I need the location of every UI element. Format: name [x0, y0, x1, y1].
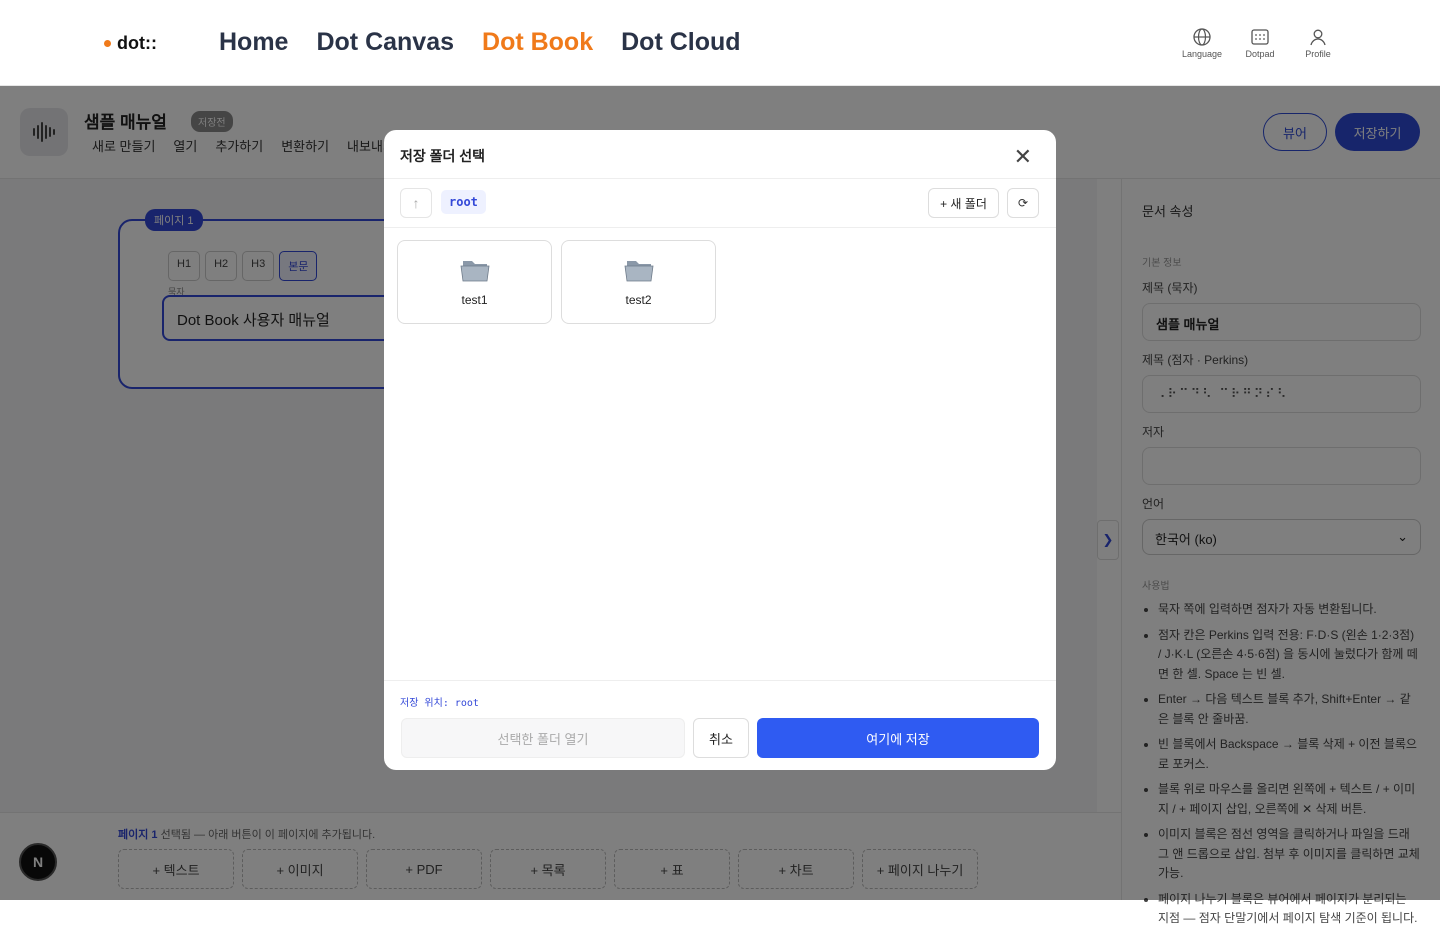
- dotpad-icon: [1251, 29, 1269, 45]
- dialog-header: 저장 폴더 선택 ✕: [384, 130, 1056, 179]
- globe-icon: [1193, 28, 1211, 46]
- header-tools: Language Dotpad Profile: [1180, 27, 1340, 59]
- open-selected-folder-button[interactable]: 선택한 폴더 열기: [401, 718, 685, 758]
- refresh-icon[interactable]: ⟳: [1007, 188, 1039, 218]
- save-location: 저장 위치: root: [400, 698, 479, 709]
- folder-grid: test1 test2: [384, 228, 1056, 681]
- path-bar: ↑ root + 새 폴더 ⟳: [384, 179, 1056, 228]
- profile-label: Profile: [1305, 49, 1331, 59]
- logo-text: dot::: [117, 33, 157, 53]
- nav-dot-canvas[interactable]: Dot Canvas: [316, 28, 454, 57]
- folder-item[interactable]: test2: [561, 240, 716, 324]
- folder-icon: [460, 257, 490, 289]
- folder-name: test1: [461, 293, 488, 307]
- save-here-button[interactable]: 여기에 저장: [757, 718, 1039, 758]
- folder-icon: [624, 257, 654, 289]
- user-icon: [1310, 29, 1326, 46]
- dotpad-label: Dotpad: [1245, 49, 1275, 59]
- logo[interactable]: dot::: [104, 33, 157, 54]
- language-button[interactable]: Language: [1180, 27, 1224, 59]
- breadcrumb[interactable]: root: [441, 190, 486, 214]
- logo-dot: [104, 40, 111, 47]
- dialog-footer: 저장 위치: root 선택한 폴더 열기 취소 여기에 저장: [384, 681, 1056, 770]
- close-icon[interactable]: ✕: [1014, 144, 1032, 170]
- profile-button[interactable]: Profile: [1296, 27, 1340, 59]
- folder-item[interactable]: test1: [397, 240, 552, 324]
- main-nav: Home Dot Canvas Dot Book Dot Cloud: [219, 28, 741, 57]
- top-header: dot:: Home Dot Canvas Dot Book Dot Cloud…: [0, 0, 1440, 86]
- up-arrow-icon[interactable]: ↑: [400, 188, 432, 218]
- nav-dot-cloud[interactable]: Dot Cloud: [621, 28, 740, 57]
- folder-name: test2: [625, 293, 652, 307]
- language-label: Language: [1181, 49, 1223, 59]
- save-folder-dialog: 저장 폴더 선택 ✕ ↑ root + 새 폴더 ⟳ test1 test2 저…: [384, 130, 1056, 770]
- cancel-button[interactable]: 취소: [693, 718, 749, 758]
- dotpad-button[interactable]: Dotpad: [1238, 27, 1282, 59]
- nav-home[interactable]: Home: [219, 28, 288, 57]
- new-folder-button[interactable]: + 새 폴더: [928, 188, 999, 218]
- nav-dot-book[interactable]: Dot Book: [482, 28, 593, 57]
- dialog-title: 저장 폴더 선택: [400, 148, 486, 164]
